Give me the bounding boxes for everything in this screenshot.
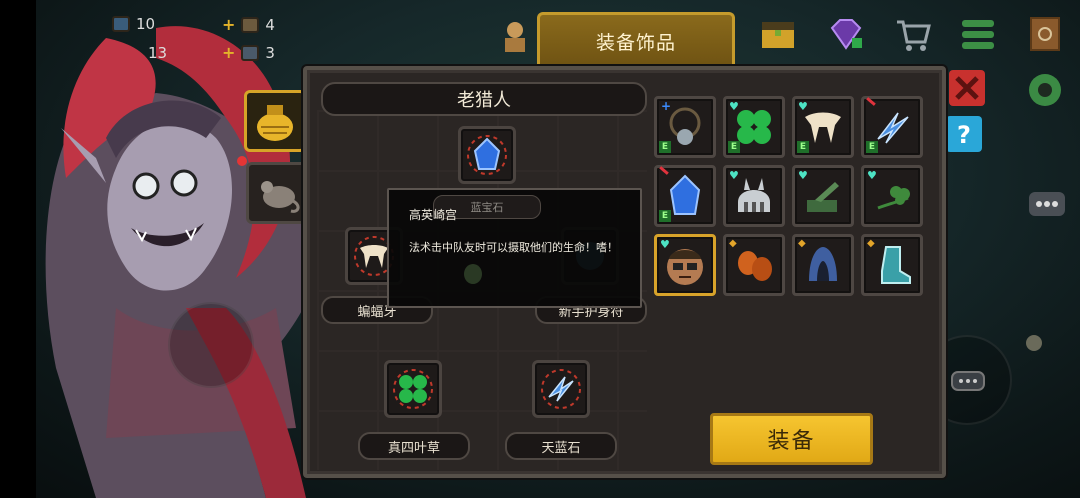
item-tooltip: 蓝宝石 高英崎宫 法术击中队友时可以摄取他们的生命！嗜！ (387, 188, 642, 308)
npc-icon[interactable] (495, 16, 535, 56)
stat-bottom: 13 (148, 44, 167, 62)
chat-icon[interactable] (1027, 186, 1067, 226)
stat2-value: 13 (148, 44, 168, 62)
notebook-icon[interactable] (1025, 14, 1065, 54)
inv-item-10[interactable]: ◆ (723, 234, 785, 296)
slot-label-bottom-right: 天蓝石 (505, 432, 617, 460)
inv-item-7[interactable]: ♥ (792, 165, 854, 227)
slot-bottom-left[interactable] (384, 360, 442, 418)
slot-label-bottom-left: 真四叶草 (358, 432, 470, 460)
equipable-badge: E (797, 141, 809, 153)
stat1-value: 10 (136, 15, 156, 33)
settings-icon[interactable] (1025, 70, 1065, 110)
inv-item-6[interactable]: ♥ (723, 165, 785, 227)
screen-edge (0, 0, 36, 498)
inv-item-5[interactable]: E (654, 165, 716, 227)
heart-icon: ♥ (798, 169, 808, 182)
sky-blue-stone-icon (541, 369, 581, 409)
vampire-character-art (45, 26, 322, 498)
chest-icon[interactable] (758, 14, 798, 54)
modal-title: 装备饰品 (537, 12, 735, 68)
resource1-count: 4 (265, 15, 275, 34)
honey-jar-icon (257, 105, 293, 141)
rat-icon (261, 181, 300, 213)
inv-item-3[interactable]: ♥ E (792, 96, 854, 158)
notification-dot (237, 156, 247, 166)
resource-2: + 3 (222, 43, 275, 62)
gem-shop-icon[interactable] (826, 14, 866, 54)
chat-bubble-icon (951, 371, 985, 391)
plus-marker-icon: + (661, 99, 672, 113)
stat-top: 10 (112, 15, 155, 33)
faded-item-icon (464, 264, 482, 284)
sapphire-icon (467, 135, 507, 175)
resource-1: + 4 (222, 15, 275, 34)
character-name: 老猎人 (321, 82, 647, 116)
gem-stat-icon (112, 16, 130, 32)
equipable-badge: E (659, 141, 671, 153)
inv-item-2[interactable]: ♥ E (723, 96, 785, 158)
inv-item-12[interactable]: ◆ (861, 234, 923, 296)
close-icon[interactable] (947, 68, 987, 108)
inv-item-1[interactable]: + E (654, 96, 716, 158)
potion-icon (241, 16, 260, 33)
equip-button[interactable]: 装备 (710, 413, 873, 465)
equipable-badge: E (866, 141, 878, 153)
side-slot-pet[interactable] (246, 162, 308, 224)
shield-marker-icon: ◆ (729, 238, 737, 249)
resource2-count: 3 (265, 43, 275, 62)
heart-icon: ♥ (729, 100, 739, 113)
heart-icon: ♥ (660, 238, 670, 251)
side-slot-jar[interactable] (244, 90, 306, 152)
slot-center[interactable] (458, 126, 516, 184)
inv-item-8[interactable]: ♥ (861, 165, 923, 227)
inv-item-4[interactable]: E (861, 96, 923, 158)
svg-text:?: ? (957, 121, 971, 149)
heart-icon: ♥ (798, 100, 808, 113)
tooltip-author: 高英崎宫 (409, 208, 458, 222)
heart-icon: ♥ (867, 169, 877, 182)
heart-icon: ♥ (729, 169, 739, 182)
help-icon[interactable]: ? (944, 114, 984, 154)
indicator-dot (1026, 335, 1042, 351)
equipable-badge: E (728, 141, 740, 153)
cart-icon[interactable] (893, 14, 933, 54)
slot-bottom-right[interactable] (532, 360, 590, 418)
game-screen: 10 13 + 4 + 3 ? 装备饰品 老猎人 蝙蝠牙 新手护身符 真四叶草 … (0, 0, 1080, 498)
inv-item-9-selected[interactable]: ♥ (654, 234, 716, 296)
ammo-icon (241, 44, 260, 61)
four-leaf-clover-icon (393, 369, 433, 409)
inv-item-11[interactable]: ◆ (792, 234, 854, 296)
equipable-badge: E (659, 210, 671, 222)
tooltip-description: 法术击中队友时可以摄取他们的生命！嗜！ (409, 241, 618, 254)
move-joystick[interactable] (168, 302, 254, 388)
shield-marker-icon: ◆ (867, 238, 875, 249)
menu-list-icon[interactable] (958, 14, 998, 54)
shield-marker-icon: ◆ (798, 238, 806, 249)
